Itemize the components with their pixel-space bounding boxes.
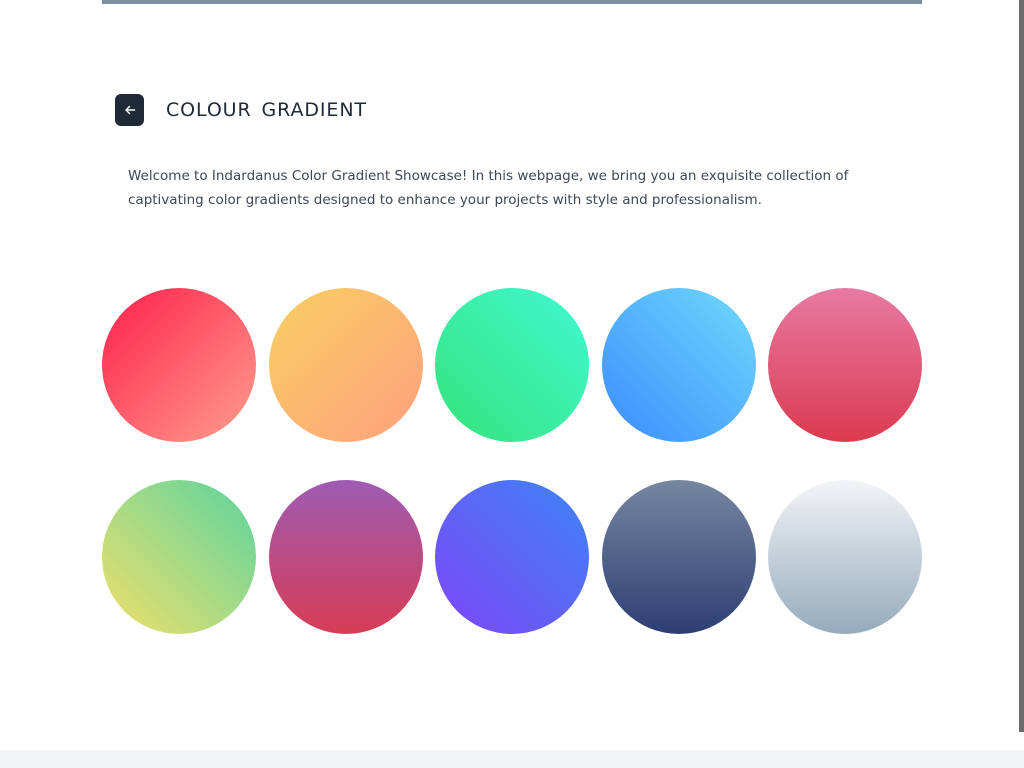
page-header: COLOUR GRADIENT	[115, 94, 367, 126]
scrollbar[interactable]	[1019, 0, 1024, 732]
back-button[interactable]	[115, 94, 144, 126]
gradient-swatch-5[interactable]	[768, 288, 922, 442]
arrow-left-icon	[124, 104, 136, 116]
gradient-swatch-1[interactable]	[102, 288, 256, 442]
gradient-swatch-6[interactable]	[102, 480, 256, 634]
intro-description: Welcome to Indardanus Color Gradient Sho…	[128, 168, 849, 208]
gradient-swatch-8[interactable]	[435, 480, 589, 634]
page-title: COLOUR GRADIENT	[166, 99, 367, 121]
gradient-swatch-7[interactable]	[268, 480, 423, 634]
gradient-swatch-2[interactable]	[268, 288, 423, 442]
top-accent-bar	[102, 0, 922, 4]
gradient-swatch-4[interactable]	[601, 288, 756, 442]
gradient-swatch-10[interactable]	[768, 480, 922, 634]
gradient-swatch-3[interactable]	[435, 288, 589, 442]
page: COLOUR GRADIENT Welcome to Indardanus Co…	[0, 0, 1024, 768]
gradient-swatch-9[interactable]	[601, 480, 756, 634]
footer-strip	[0, 750, 1024, 768]
gradient-swatch-grid	[102, 288, 922, 634]
